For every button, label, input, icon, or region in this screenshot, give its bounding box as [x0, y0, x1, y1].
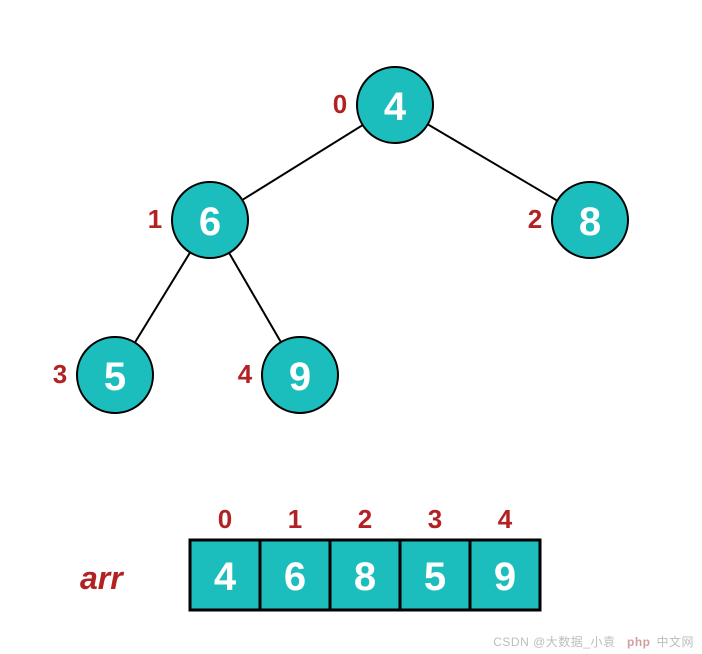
tree-edge	[428, 124, 558, 200]
array-cell-index: 0	[218, 504, 232, 534]
tree-node-value: 4	[384, 85, 407, 129]
array-cell-value: 8	[354, 555, 376, 599]
watermark-site: 中文网	[656, 635, 694, 649]
tree-node-index: 4	[238, 359, 253, 389]
tree-node-index: 1	[148, 204, 162, 234]
array-cell-index: 1	[288, 504, 302, 534]
array-cell-value: 4	[214, 555, 237, 599]
tree-node-index: 0	[333, 89, 347, 119]
array-cell-index: 4	[498, 504, 513, 534]
array-cell-value: 6	[284, 555, 306, 599]
array-label: arr	[80, 560, 124, 596]
array-cell-index: 3	[428, 504, 442, 534]
array-cell-value: 5	[424, 555, 446, 599]
heap-diagram: 4 0 6 1 8 2 5 3 9 4 arr 4 0 6 1 8 2 5 3 9 4	[0, 0, 702, 654]
watermark-credit: CSDN @大数据_小袁	[493, 635, 615, 649]
tree-edge	[242, 125, 362, 200]
array-cell-value: 9	[494, 555, 516, 599]
watermark-brand: php	[627, 635, 651, 649]
tree-node-value: 5	[104, 355, 126, 399]
tree-edge	[229, 253, 281, 342]
tree-node-value: 8	[579, 200, 601, 244]
watermark: CSDN @大数据_小袁 php 中文网	[493, 633, 694, 650]
array-cell-index: 2	[358, 504, 372, 534]
tree-node-value: 9	[289, 355, 311, 399]
tree-node-index: 3	[53, 359, 67, 389]
tree-edge	[135, 252, 190, 342]
tree-node-index: 2	[528, 204, 542, 234]
tree-node-value: 6	[199, 200, 221, 244]
